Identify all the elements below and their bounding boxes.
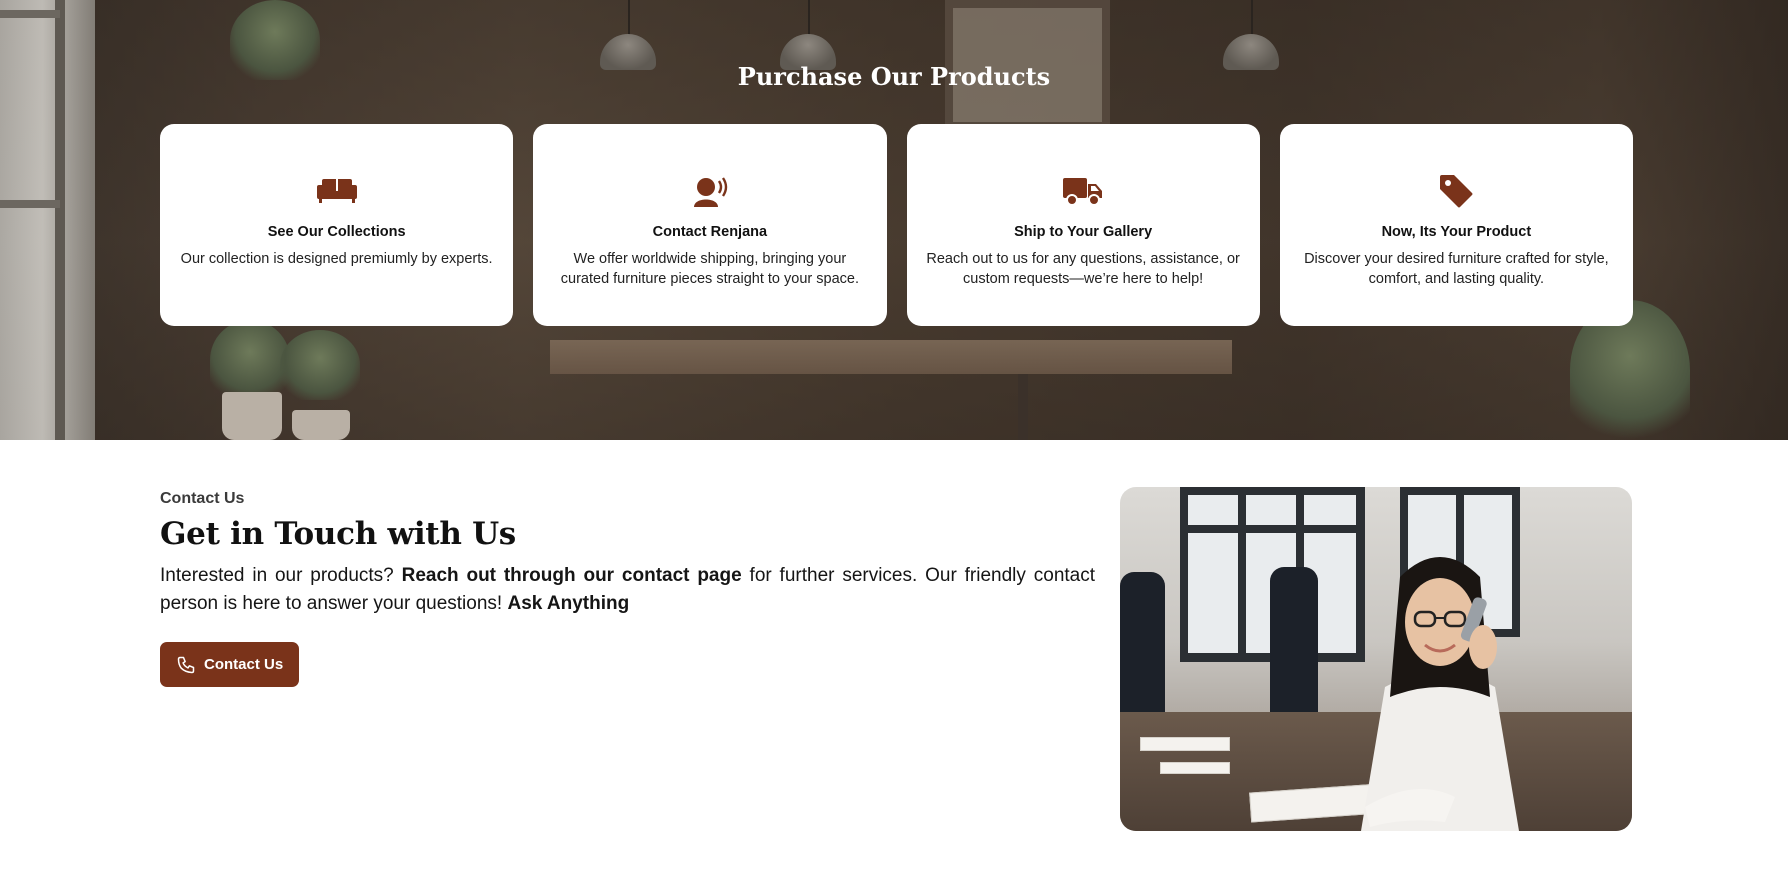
woman-on-phone-photo [1120,487,1632,831]
contact-heading: Get in Touch with Us [160,516,516,552]
contact-us-button-label: Contact Us [204,656,284,673]
card-contact-renjana[interactable]: Contact Renjana We offer worldwide shipp… [533,124,887,326]
card-ship-to-your-gallery[interactable]: Ship to Your Gallery Reach out to us for… [906,124,1260,326]
card-see-our-collections[interactable]: See Our Collections Our collection is de… [160,124,514,326]
contact-page-highlight: Reach out through our contact page [401,565,742,586]
speaking-person-icon [690,174,730,208]
wall-shelf [550,340,1232,374]
contact-eyebrow: Contact Us [160,490,245,507]
contact-us-button[interactable]: Contact Us [160,642,300,687]
feature-cards: See Our Collections Our collection is de… [160,124,1633,326]
tag-icon [1436,174,1476,208]
section-title: Purchase Our Products [737,62,1051,91]
truck-icon [1063,174,1103,208]
card-now-its-your-product[interactable]: Now, Its Your Product Discover your desi… [1279,124,1633,326]
sofa-icon [316,174,357,208]
card-title: Now, Its Your Product [1381,224,1532,240]
card-title: Contact Renjana [652,224,768,240]
card-title: See Our Collections [267,224,406,240]
ask-anything-highlight: Ask Anything [507,593,630,614]
card-text: We offer worldwide shipping, bringing yo… [560,251,859,287]
card-title: Ship to Your Gallery [1014,224,1153,240]
card-text: Discover your desired furniture crafted … [1304,251,1609,287]
card-text: Reach out to us for any questions, assis… [926,251,1240,287]
purchase-section: Purchase Our Products See Our Collection… [0,0,1788,440]
contact-description: Interested in our products? Reach out th… [160,565,1096,614]
card-text: Our collection is designed premiumly by … [180,251,493,267]
contact-content: Contact Us Get in Touch with Us Interest… [160,490,1095,687]
contact-section: Contact Us Get in Touch with Us Interest… [0,440,1788,882]
phone-icon [176,655,196,675]
